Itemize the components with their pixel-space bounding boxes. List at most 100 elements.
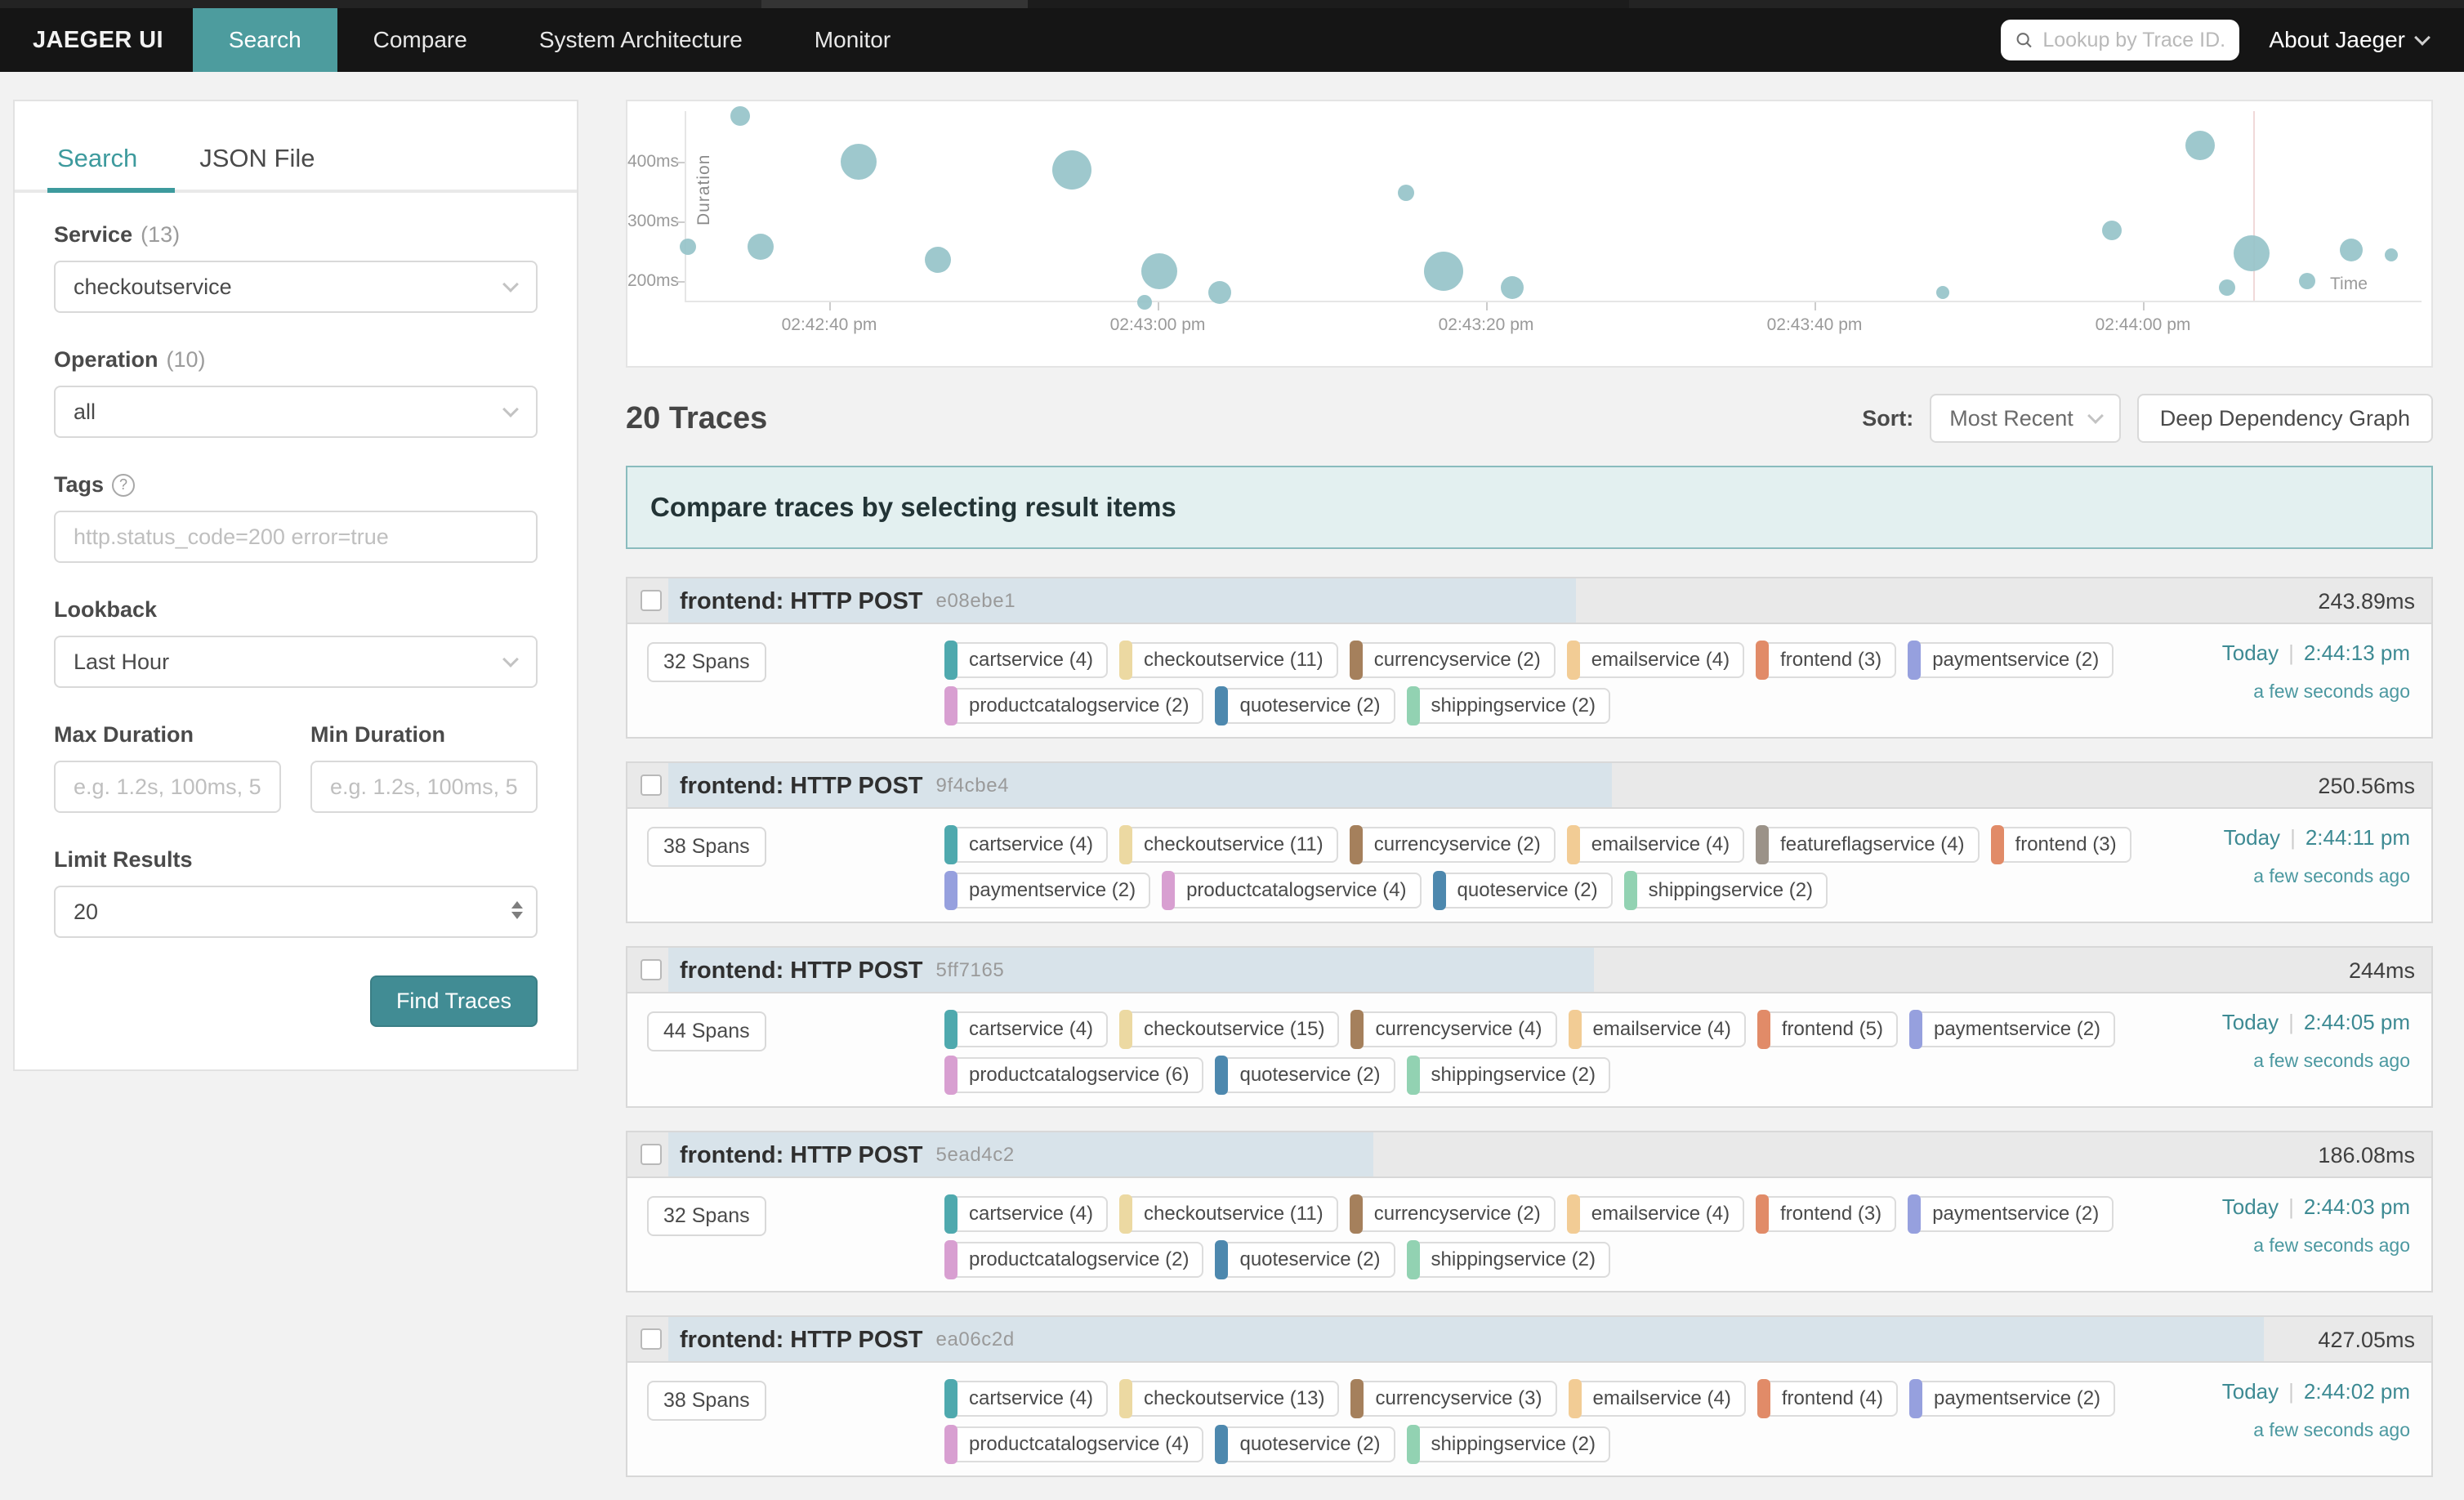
- tags-label: Tags ?: [54, 472, 538, 498]
- service-color-swatch: [944, 1010, 957, 1049]
- trace-date-link[interactable]: Today: [2222, 1010, 2279, 1034]
- trace-title-link[interactable]: frontend: HTTP POST: [680, 588, 923, 615]
- trace-card-header[interactable]: frontend: HTTP POSTea06c2d427.05ms: [627, 1317, 2431, 1363]
- service-chip-label: paymentservice (2): [957, 879, 1149, 902]
- service-color-swatch: [1756, 1194, 1769, 1234]
- sort-select-value: Most Recent: [1949, 406, 2073, 431]
- trace-select-checkbox[interactable]: [641, 1328, 662, 1350]
- trace-scatter-point[interactable]: [748, 234, 774, 260]
- y-tick-label: 200ms: [627, 271, 676, 291]
- trace-scatter-point[interactable]: [2219, 279, 2235, 296]
- nav-item-system-architecture[interactable]: System Architecture: [503, 8, 779, 72]
- stepper-up-icon[interactable]: [511, 901, 523, 908]
- trace-time-link[interactable]: 2:44:05 pm: [2304, 1010, 2410, 1034]
- trace-scatter-point[interactable]: [1398, 185, 1414, 201]
- y-tick-mark: [676, 281, 685, 283]
- trace-card-header[interactable]: frontend: HTTP POST9f4cbe4250.56ms: [627, 763, 2431, 809]
- trace-time-link[interactable]: 2:44:13 pm: [2304, 641, 2410, 665]
- x-tick-label: 02:44:00 pm: [2096, 315, 2191, 335]
- trace-date-link[interactable]: Today: [2222, 1379, 2279, 1404]
- service-chip-label: shippingservice (2): [1420, 694, 1609, 717]
- trace-date-link[interactable]: Today: [2222, 641, 2279, 665]
- x-tick-label: 02:43:40 pm: [1767, 315, 1863, 335]
- trace-title-link[interactable]: frontend: HTTP POST: [680, 773, 923, 800]
- trace-scatter-point[interactable]: [730, 106, 750, 126]
- tab-search[interactable]: Search: [54, 131, 141, 193]
- trace-scatter-point[interactable]: [925, 247, 951, 273]
- trace-scatter-point[interactable]: [2102, 221, 2122, 240]
- number-stepper[interactable]: [511, 901, 523, 919]
- trace-scatter-point[interactable]: [1052, 150, 1091, 190]
- service-chip-label: frontend (3): [1769, 649, 1895, 672]
- span-count-chip: 38 Spans: [647, 1381, 766, 1421]
- nav-item-search[interactable]: Search: [193, 8, 337, 72]
- service-chip-label: emailservice (4): [1582, 1387, 1744, 1410]
- trace-lookup-input[interactable]: [2042, 29, 2225, 52]
- trace-result-card: frontend: HTTP POST9f4cbe4250.56ms38 Spa…: [626, 761, 2433, 923]
- trace-scatter-point[interactable]: [1424, 252, 1463, 291]
- trace-date-link[interactable]: Today: [2224, 825, 2280, 850]
- min-duration-input[interactable]: [310, 761, 538, 813]
- trace-select-checkbox[interactable]: [641, 959, 662, 980]
- separator: |: [2290, 825, 2296, 850]
- trace-title-link[interactable]: frontend: HTTP POST: [680, 958, 923, 984]
- trace-duration: 244ms: [2349, 948, 2415, 993]
- find-traces-button[interactable]: Find Traces: [370, 975, 538, 1027]
- trace-scatter-point[interactable]: [1141, 253, 1177, 289]
- trace-scatter-point[interactable]: [2299, 273, 2315, 289]
- nav-item-monitor[interactable]: Monitor: [779, 8, 926, 72]
- service-chip-cartservice: cartservice (4): [944, 1196, 1108, 1232]
- trace-title-link[interactable]: frontend: HTTP POST: [680, 1142, 923, 1169]
- trace-card-header[interactable]: frontend: HTTP POST5ead4c2186.08ms: [627, 1132, 2431, 1178]
- service-chip-cartservice: cartservice (4): [944, 642, 1108, 678]
- nav-item-compare[interactable]: Compare: [337, 8, 503, 72]
- trace-card-header[interactable]: frontend: HTTP POSTe08ebe1243.89ms: [627, 578, 2431, 624]
- separator: |: [2288, 1379, 2294, 1404]
- tab-json-file[interactable]: JSON File: [196, 131, 318, 193]
- trace-scatter-point[interactable]: [2340, 239, 2363, 261]
- operation-select[interactable]: all: [54, 386, 538, 438]
- about-jaeger-menu[interactable]: About Jaeger: [2269, 27, 2428, 53]
- trace-card-header[interactable]: frontend: HTTP POST5ff7165244ms: [627, 948, 2431, 993]
- trace-scatter-point[interactable]: [2185, 131, 2215, 160]
- trace-select-checkbox[interactable]: [641, 775, 662, 796]
- trace-date-link[interactable]: Today: [2222, 1194, 2279, 1219]
- tags-input[interactable]: [54, 511, 538, 563]
- trace-time-link[interactable]: 2:44:03 pm: [2304, 1194, 2410, 1219]
- trace-duration: 243.89ms: [2318, 578, 2415, 624]
- browser-top-strip: [0, 0, 2464, 8]
- service-chip-list: cartservice (4)checkoutservice (11)curre…: [944, 637, 2219, 724]
- service-color-swatch: [1624, 871, 1637, 910]
- deep-dependency-graph-button[interactable]: Deep Dependency Graph: [2137, 394, 2433, 443]
- service-chip-label: quoteservice (2): [1446, 879, 1611, 902]
- trace-scatter-point[interactable]: [2385, 248, 2398, 261]
- help-icon[interactable]: ?: [112, 474, 135, 497]
- trace-time-link[interactable]: 2:44:11 pm: [2306, 825, 2410, 850]
- x-tick-label: 02:43:20 pm: [1439, 315, 1534, 335]
- max-duration-input[interactable]: [54, 761, 281, 813]
- trace-scatter-point[interactable]: [2234, 235, 2270, 271]
- service-color-swatch: [1350, 825, 1363, 864]
- lookback-select[interactable]: Last Hour: [54, 636, 538, 688]
- trace-scatter-point[interactable]: [680, 239, 696, 255]
- chevron-down-icon: [502, 401, 519, 417]
- service-color-swatch: [944, 1379, 957, 1418]
- service-chip-label: checkoutservice (13): [1132, 1387, 1337, 1410]
- service-chip-paymentservice: paymentservice (2): [1908, 1196, 2114, 1232]
- trace-lookup[interactable]: [2001, 20, 2239, 60]
- trace-select-checkbox[interactable]: [641, 590, 662, 611]
- limit-results-input[interactable]: [54, 886, 538, 938]
- sort-select[interactable]: Most Recent: [1930, 394, 2121, 443]
- service-chip-quoteservice: quoteservice (2): [1215, 1057, 1395, 1093]
- service-select[interactable]: checkoutservice: [54, 261, 538, 313]
- trace-time-link[interactable]: 2:44:02 pm: [2304, 1379, 2410, 1404]
- stepper-down-icon[interactable]: [511, 912, 523, 919]
- trace-scatter-point[interactable]: [841, 144, 877, 180]
- trace-scatter-point[interactable]: [1501, 276, 1524, 299]
- trace-title-link[interactable]: frontend: HTTP POST: [680, 1327, 923, 1354]
- trace-scatter-point[interactable]: [1137, 295, 1152, 310]
- trace-select-checkbox[interactable]: [641, 1144, 662, 1165]
- trace-scatter-point[interactable]: [1936, 286, 1949, 299]
- trace-timestamps: Today|2:44:05 pma few seconds ago: [2222, 1010, 2410, 1072]
- service-chip-productcatalogservice: productcatalogservice (4): [1162, 873, 1421, 908]
